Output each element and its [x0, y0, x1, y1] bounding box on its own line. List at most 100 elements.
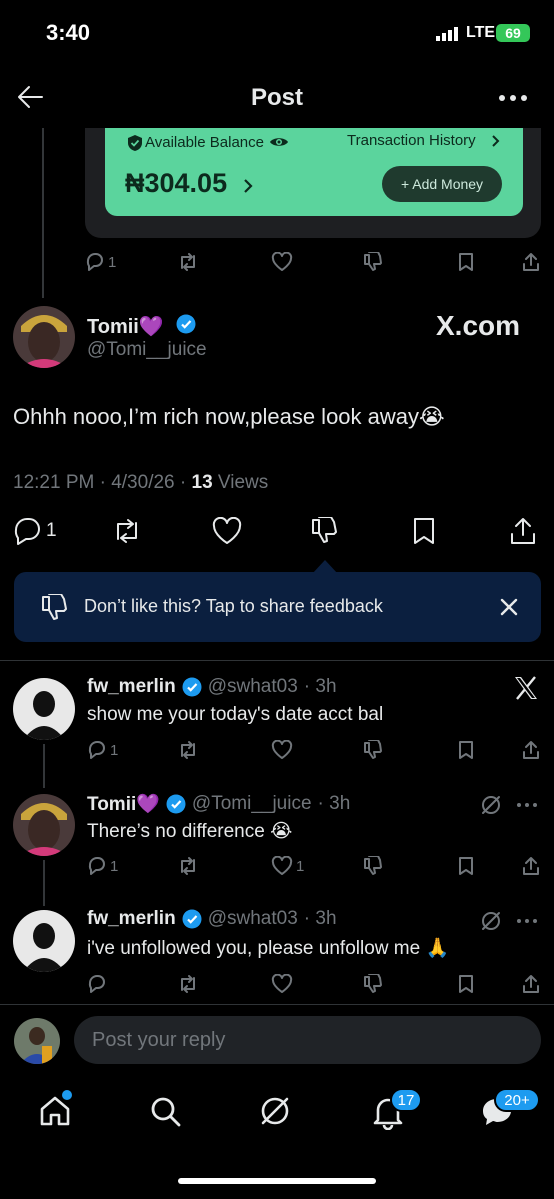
reply-age: · 3h — [303, 908, 337, 929]
reply-text: show me your today's date acct bal — [87, 704, 384, 725]
bookmark-button[interactable] — [457, 974, 475, 994]
x-logo-icon[interactable] — [513, 676, 539, 700]
signal-icon — [436, 27, 460, 41]
repost-button[interactable] — [177, 740, 199, 760]
shield-check-icon — [127, 134, 143, 152]
chevron-right-icon — [491, 134, 501, 148]
reply-age: · 3h — [317, 793, 351, 814]
reply-author-name[interactable]: fw_merlin — [87, 908, 176, 930]
repost-button[interactable] — [111, 517, 143, 545]
available-balance-label: Available Balance — [145, 134, 264, 151]
post-image[interactable]: Available Balance Transaction History ₦3… — [85, 128, 541, 238]
close-icon[interactable] — [500, 598, 518, 616]
home-indicator — [178, 1178, 376, 1184]
reply-action-row — [87, 974, 541, 996]
reply-count: 1 — [110, 741, 119, 759]
add-money-button: + Add Money — [382, 166, 502, 202]
status-time: 3:40 — [46, 20, 91, 45]
bookmark-button[interactable] — [457, 252, 475, 272]
network-label: LTE — [466, 24, 496, 41]
grok-icon[interactable] — [480, 794, 502, 816]
like-count: 1 — [296, 857, 305, 875]
reply-header: fw_merlin @swhat03 · 3h — [87, 908, 337, 930]
avatar[interactable] — [13, 678, 75, 740]
feedback-text: Don’t like this? Tap to share feedback — [84, 596, 383, 616]
like-button[interactable] — [211, 517, 243, 545]
author-name[interactable]: Tomii💜 — [87, 314, 164, 339]
like-button[interactable]: 1 — [271, 856, 304, 876]
reply-count: 1 — [110, 857, 119, 875]
balance-amount: ₦304.05 — [125, 168, 228, 198]
share-button[interactable] — [521, 856, 541, 876]
share-button[interactable] — [521, 740, 541, 760]
reply-text: There’s no difference 😭 — [87, 821, 293, 842]
balance-card: Available Balance Transaction History ₦3… — [105, 128, 523, 216]
share-button[interactable] — [509, 517, 537, 545]
dislike-button[interactable] — [310, 517, 340, 545]
avatar[interactable] — [13, 910, 75, 972]
avatar[interactable] — [13, 794, 75, 856]
notifications-badge: 17 — [390, 1088, 422, 1112]
grok-icon[interactable] — [480, 910, 502, 932]
messages-badge: 20+ — [494, 1088, 540, 1112]
repost-button[interactable] — [177, 252, 199, 272]
reply-button[interactable] — [87, 974, 110, 994]
share-button[interactable] — [521, 974, 541, 994]
reply-button[interactable]: 1 — [85, 252, 116, 272]
more-options-icon[interactable] — [516, 918, 538, 924]
dislike-button[interactable] — [363, 974, 385, 994]
dislike-button[interactable] — [363, 856, 385, 876]
reply-author-handle[interactable]: @swhat03 — [208, 908, 298, 930]
reply-header: Tomii💜 @Tomi__juice · 3h — [87, 792, 350, 816]
home-notification-dot — [62, 1090, 72, 1100]
verified-icon — [166, 794, 186, 814]
like-button[interactable] — [271, 974, 296, 994]
bookmark-button[interactable] — [457, 856, 475, 876]
dislike-icon — [40, 594, 70, 622]
reply-author-handle[interactable]: @swhat03 — [208, 676, 298, 698]
reply-button[interactable]: 1 — [13, 517, 57, 545]
share-button[interactable] — [521, 252, 541, 272]
grok-icon[interactable] — [258, 1094, 292, 1128]
reply-author-handle[interactable]: @Tomi__juice — [192, 793, 312, 815]
reply-action-row: 1 1 — [87, 856, 541, 878]
avatar[interactable] — [13, 306, 75, 368]
reply-author-name[interactable]: Tomii💜 — [87, 792, 160, 816]
author-handle[interactable]: @Tomi__juice — [87, 339, 207, 361]
reply-button[interactable]: 1 — [87, 740, 118, 760]
avatar — [14, 1018, 60, 1064]
thread-line — [43, 744, 45, 788]
thread-line — [42, 128, 44, 298]
dislike-button[interactable] — [363, 252, 385, 272]
feedback-banner[interactable]: Don’t like this? Tap to share feedback — [14, 572, 541, 642]
post-time-date: 12:21 PM · 4/30/26 · — [13, 472, 192, 493]
page-title: Post — [250, 84, 303, 111]
reply-count: 1 — [108, 253, 117, 271]
views-count: 13 — [191, 472, 213, 493]
like-button[interactable] — [271, 252, 293, 272]
more-options-icon[interactable] — [498, 94, 528, 102]
post-action-row: 1 — [13, 517, 538, 547]
reply-author-name[interactable]: fw_merlin — [87, 676, 176, 698]
verified-icon — [176, 314, 196, 334]
quoted-action-row: 1 — [85, 252, 541, 274]
reply-button[interactable]: 1 — [87, 856, 118, 876]
reply-input[interactable]: Post your reply — [74, 1016, 541, 1064]
transaction-history-link: Transaction History — [347, 132, 476, 149]
repost-button[interactable] — [177, 974, 199, 994]
battery-indicator: 69 — [496, 24, 530, 42]
reply-action-row: 1 — [87, 740, 541, 762]
post-meta: 12:21 PM · 4/30/26 · 13 Views — [13, 472, 268, 494]
like-button[interactable] — [271, 740, 296, 760]
reply-input-placeholder: Post your reply — [92, 1029, 226, 1051]
reply-age: · 3h — [303, 676, 337, 697]
divider — [0, 660, 554, 661]
dislike-button[interactable] — [363, 740, 385, 760]
divider — [0, 1004, 554, 1005]
bookmark-button[interactable] — [411, 517, 437, 545]
bookmark-button[interactable] — [457, 740, 475, 760]
search-icon[interactable] — [150, 1096, 182, 1128]
reply-text: i've unfollowed you, please unfollow me … — [87, 938, 450, 959]
repost-button[interactable] — [177, 856, 199, 876]
more-options-icon[interactable] — [516, 802, 538, 808]
